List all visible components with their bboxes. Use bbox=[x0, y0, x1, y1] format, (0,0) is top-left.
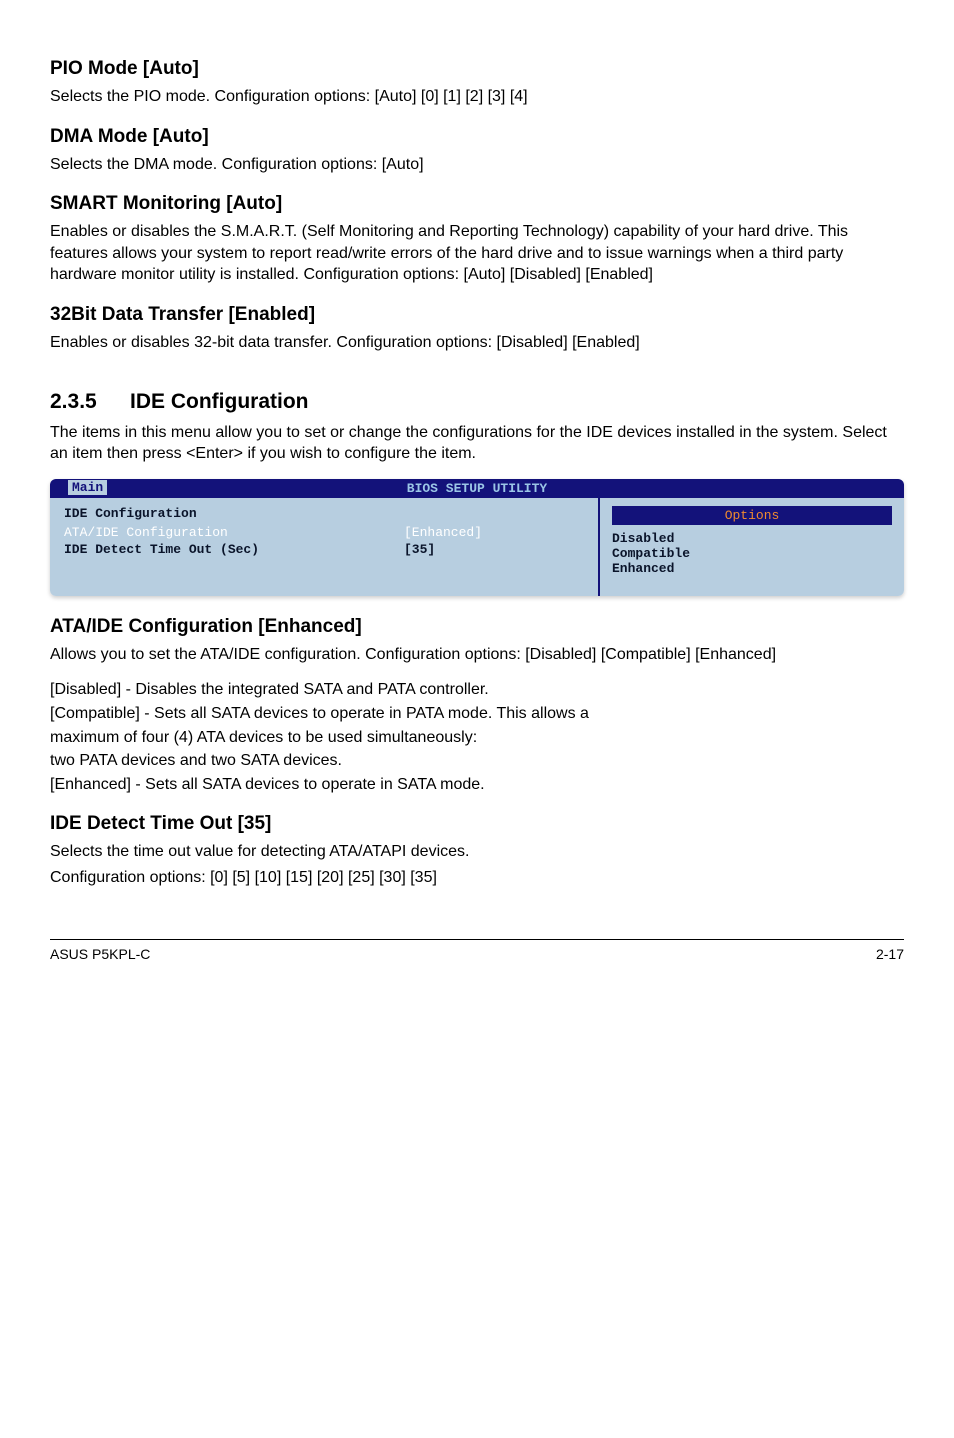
bios-option-disabled: Disabled bbox=[612, 531, 674, 546]
text-smart-monitoring: Enables or disables the S.M.A.R.T. (Self… bbox=[50, 221, 904, 286]
heading-title: IDE Configuration bbox=[130, 390, 308, 413]
heading-ide-detect-timeout: IDE Detect Time Out [35] bbox=[50, 813, 904, 835]
heading-ide-configuration: 2.3.5IDE Configuration bbox=[50, 390, 904, 414]
bios-option: Compatible bbox=[612, 546, 892, 561]
footer-right: 2-17 bbox=[876, 946, 904, 962]
bios-right-pane: Options Disabled Compatible Enhanced bbox=[598, 498, 904, 596]
def-compatible-1: [Compatible] - Sets all SATA devices to … bbox=[50, 703, 904, 725]
def-enhanced: [Enhanced] - Sets all SATA devices to op… bbox=[50, 774, 904, 796]
text-pio-mode: Selects the PIO mode. Configuration opti… bbox=[50, 86, 904, 108]
footer-left: ASUS P5KPL-C bbox=[50, 946, 150, 962]
bios-title: BIOS SETUP UTILITY bbox=[407, 481, 547, 496]
heading-pio-mode: PIO Mode [Auto] bbox=[50, 58, 904, 80]
bios-options-label: Options bbox=[725, 508, 780, 523]
text-ata-ide-config: Allows you to set the ATA/IDE configurat… bbox=[50, 644, 904, 666]
bios-option: Enhanced bbox=[612, 561, 892, 576]
bios-cfg-title: IDE Configuration bbox=[64, 506, 584, 521]
bios-row-value: [Enhanced] bbox=[404, 525, 584, 540]
text-ide-config-intro: The items in this menu allow you to set … bbox=[50, 422, 904, 465]
bios-row-ata-ide: ATA/IDE Configuration [Enhanced] bbox=[64, 525, 584, 540]
bios-option: Disabled bbox=[612, 531, 892, 546]
def-compatible-3: two PATA devices and two SATA devices. bbox=[50, 750, 904, 772]
bios-panel: IDE Configuration ATA/IDE Configuration … bbox=[50, 498, 904, 596]
heading-number: 2.3.5 bbox=[50, 390, 130, 414]
heading-dma-mode: DMA Mode [Auto] bbox=[50, 126, 904, 148]
page-footer: ASUS P5KPL-C 2-17 bbox=[50, 939, 904, 962]
bios-left-pane: IDE Configuration ATA/IDE Configuration … bbox=[50, 498, 598, 596]
heading-32bit-transfer: 32Bit Data Transfer [Enabled] bbox=[50, 304, 904, 326]
heading-smart-monitoring: SMART Monitoring [Auto] bbox=[50, 193, 904, 215]
bios-options-header: Options bbox=[612, 506, 892, 525]
bios-option-compatible: Compatible bbox=[612, 546, 690, 561]
bios-row-label: ATA/IDE Configuration bbox=[64, 525, 404, 540]
bios-row-label: IDE Detect Time Out (Sec) bbox=[64, 542, 404, 557]
def-compatible-2: maximum of four (4) ATA devices to be us… bbox=[50, 727, 904, 749]
bios-screenshot: Main BIOS SETUP UTILITY IDE Configuratio… bbox=[50, 479, 904, 596]
text-32bit-transfer: Enables or disables 32-bit data transfer… bbox=[50, 332, 904, 354]
bios-row-value: [35] bbox=[404, 542, 584, 557]
def-disabled: [Disabled] - Disables the integrated SAT… bbox=[50, 679, 904, 701]
text-dma-mode: Selects the DMA mode. Configuration opti… bbox=[50, 154, 904, 176]
bios-option-enhanced: Enhanced bbox=[612, 561, 674, 576]
bios-titlebar: Main BIOS SETUP UTILITY bbox=[50, 479, 904, 498]
bios-row-detect-timeout: IDE Detect Time Out (Sec) [35] bbox=[64, 542, 584, 557]
text-ide-detect-2: Configuration options: [0] [5] [10] [15]… bbox=[50, 867, 904, 889]
heading-ata-ide-config: ATA/IDE Configuration [Enhanced] bbox=[50, 616, 904, 638]
text-ide-detect-1: Selects the time out value for detecting… bbox=[50, 841, 904, 863]
bios-tab-main: Main bbox=[68, 480, 107, 495]
